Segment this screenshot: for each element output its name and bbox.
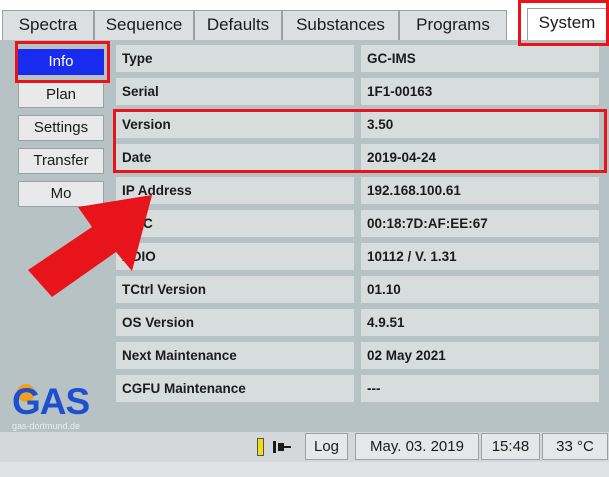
log-button[interactable]: Log	[305, 433, 348, 460]
row-label-next-maintenance: Next Maintenance	[116, 342, 354, 369]
tab-bar: Spectra Sequence Defaults Substances Pro…	[0, 0, 609, 41]
tab-spectra[interactable]: Spectra	[2, 10, 94, 40]
sidebar-item-transfer[interactable]: Transfer	[18, 148, 104, 174]
status-bar: Log May. 03. 2019 15:48 33 °C	[0, 432, 609, 462]
row-label-type: Type	[116, 45, 354, 72]
row-value-tctrl-version: 01.10	[361, 276, 599, 303]
row-value-version: 3.50	[361, 111, 599, 138]
status-date: May. 03. 2019	[355, 433, 479, 460]
row-label-serial: Serial	[116, 78, 354, 105]
tab-substances[interactable]: Substances	[282, 10, 399, 40]
row-value-type: GC-IMS	[361, 45, 599, 72]
status-message-area	[0, 433, 250, 460]
row-value-adio: 10112 / V. 1.31	[361, 243, 599, 270]
row-label-date: Date	[116, 144, 354, 171]
plug-icon	[273, 441, 291, 453]
row-value-date: 2019-04-24	[361, 144, 599, 171]
logo-subtitle: gas-dortmund.de	[12, 421, 81, 431]
row-value-os-version: 4.9.51	[361, 309, 599, 336]
row-value-mac: 00:18:7D:AF:EE:67	[361, 210, 599, 237]
app-window: Spectra Sequence Defaults Substances Pro…	[0, 0, 609, 477]
row-value-next-maintenance: 02 May 2021	[361, 342, 599, 369]
row-value-cgfu-maintenance: ---	[361, 375, 599, 402]
sidebar-item-plan[interactable]: Plan	[18, 82, 104, 108]
sidebar-item-info[interactable]: Info	[18, 49, 104, 75]
row-value-ip-address: 192.168.100.61	[361, 177, 599, 204]
row-label-cgfu-maintenance: CGFU Maintenance	[116, 375, 354, 402]
row-value-serial: 1F1-00163	[361, 78, 599, 105]
tab-sequence[interactable]: Sequence	[94, 10, 194, 40]
bottom-strip	[0, 462, 609, 477]
tab-system[interactable]: System	[527, 8, 607, 41]
battery-icon	[257, 438, 264, 456]
tab-programs[interactable]: Programs	[399, 10, 507, 40]
sidebar-item-settings[interactable]: Settings	[18, 115, 104, 141]
status-temperature: 33 °C	[542, 433, 608, 460]
row-label-version: Version	[116, 111, 354, 138]
logo-text: GAS	[12, 381, 90, 422]
tab-defaults[interactable]: Defaults	[194, 10, 282, 40]
status-time: 15:48	[481, 433, 540, 460]
red-arrow-icon	[28, 195, 152, 297]
